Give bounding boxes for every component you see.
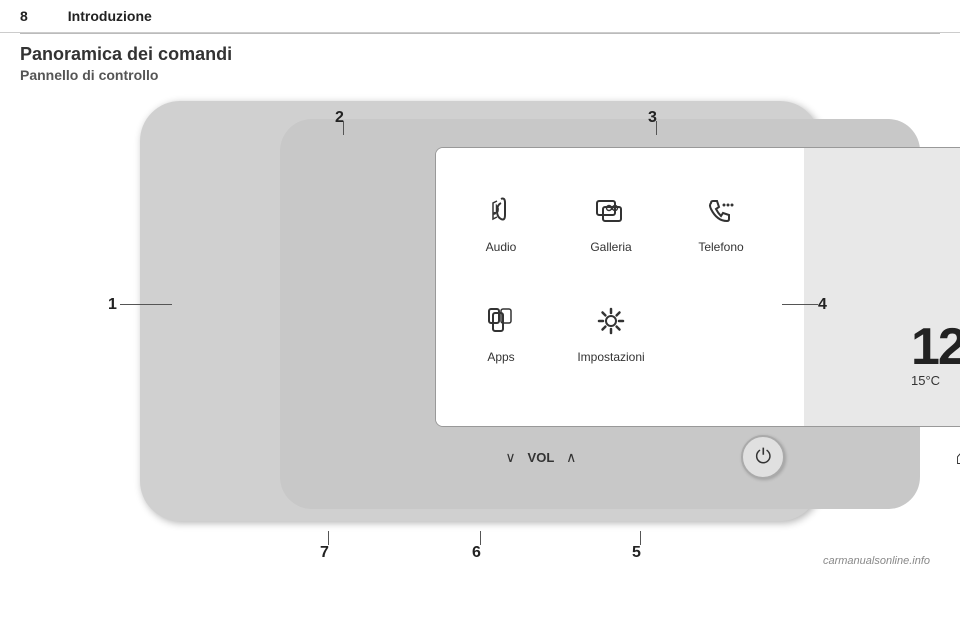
menu-item-galleria[interactable]: Galleria [556,168,666,278]
device-outer: ♪ Audio [140,101,820,521]
svg-text:♪: ♪ [491,198,501,220]
page-number: 8 [20,8,28,24]
power-icon: ⏻ [755,446,771,469]
home-button[interactable]: ⌂ [944,439,960,475]
callout-5: 5 [632,544,641,562]
clock-time: 12:39 [911,321,960,373]
screen: ♪ Audio [435,147,960,427]
vol-control: ∨ VOL ∧ [500,446,583,468]
watermark: carmanualsonline.info [823,555,930,567]
telefono-label: Telefono [698,240,743,254]
callout-1-line [120,304,172,305]
page-header: 8 Introduzione [0,0,960,33]
impostazioni-label: Impostazioni [577,350,644,364]
settings-icon [593,303,629,344]
vol-up-button[interactable]: ∧ [560,446,582,468]
callout-2-line [343,121,344,135]
audio-label: Audio [486,240,517,254]
callout-3-line [656,121,657,135]
device-inner: ♪ Audio [280,119,920,509]
bottom-controls: ∨ VOL ∧ ⏻ ⌂ [420,435,960,479]
clock-display: 12:39 15°C 03/12/2012 [911,321,960,388]
power-button[interactable]: ⏻ [741,435,785,479]
gallery-icon [593,193,629,234]
callout-5-line [640,531,641,545]
home-icon: ⌂ [955,443,960,471]
callout-7: 7 [320,544,329,562]
vol-label: VOL [528,450,555,465]
callout-4: 4 [818,296,827,314]
menu-item-apps[interactable]: Apps [446,278,556,388]
sub-heading: Pannello di controllo [20,67,940,83]
screen-right: TP ψ U ✦ ▦ ◀ 12:39 15°C 03/12/2012 [804,148,960,427]
screen-left: ♪ Audio [436,148,806,427]
callout-4-line [782,304,818,305]
galleria-label: Galleria [590,240,631,254]
callout-6: 6 [472,544,481,562]
temperature: 15°C [911,373,940,388]
menu-item-audio[interactable]: ♪ Audio [446,168,556,278]
callout-1: 1 [108,296,117,314]
menu-item-impostazioni[interactable]: Impostazioni [556,278,666,388]
phone-icon [703,193,739,234]
apps-icon [483,303,519,344]
apps-label: Apps [487,350,514,364]
menu-grid: ♪ Audio [446,168,796,388]
audio-icon: ♪ [483,193,519,234]
header-divider [20,33,940,34]
callout-7-line [328,531,329,545]
menu-item-telefono[interactable]: Telefono [666,168,776,278]
callout-6-line [480,531,481,545]
vol-down-button[interactable]: ∨ [500,446,522,468]
section-heading: Panoramica dei comandi [20,44,940,65]
diagram-area: ♪ Audio [20,91,940,571]
page-title: Introduzione [68,8,152,24]
